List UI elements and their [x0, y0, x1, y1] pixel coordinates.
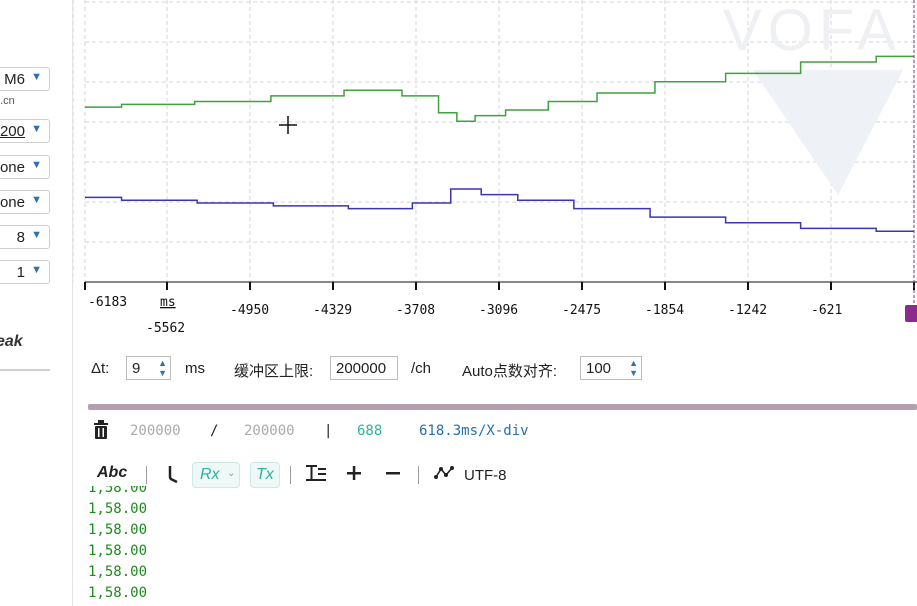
x-tick-label: -5562	[146, 321, 185, 336]
buffer-unit: /ch	[411, 360, 432, 377]
text-format-button[interactable]: Abc	[97, 464, 127, 482]
chevron-down-icon: ⌄	[227, 468, 236, 479]
plus-icon[interactable]	[346, 463, 362, 488]
buffer-usage-bar	[88, 404, 917, 410]
encoding-selector[interactable]: UTF-8	[464, 467, 507, 484]
rx-label: Rx	[200, 466, 220, 483]
log-line: 1,58.00	[88, 522, 148, 538]
separator-slash: /	[210, 423, 219, 439]
vofa-watermark: VOFA	[723, 0, 902, 63]
stop-bits-select[interactable]: 1 ▼	[0, 260, 50, 284]
wrap-text-icon[interactable]	[305, 463, 327, 488]
minus-icon[interactable]	[385, 463, 401, 488]
graph-nodes-icon[interactable]	[434, 465, 454, 486]
dt-label: Δt:	[91, 360, 110, 377]
tx-label: Tx	[256, 466, 274, 483]
auto-align-label: Auto点数对齐:	[462, 363, 558, 380]
chevron-down-icon: ▼	[31, 194, 42, 206]
cursor-label-badge	[905, 305, 917, 322]
chevron-down-icon: ▼	[31, 159, 42, 171]
log-line: 1,58.00	[88, 486, 148, 496]
divider	[290, 466, 291, 484]
x-div-scale: 618.3ms/X-div	[419, 423, 529, 439]
dt-unit: ms	[185, 360, 205, 377]
x-tick-label: -621	[811, 303, 842, 318]
auto-align-spinbox[interactable]: 100 ▲ ▼	[580, 356, 642, 380]
port-value: M6	[4, 71, 25, 88]
parity-select[interactable]: one ▼	[0, 190, 50, 214]
databits-value: 8	[16, 229, 25, 246]
trash-icon[interactable]	[92, 420, 110, 444]
chevron-down-icon: ▼	[31, 123, 42, 135]
divider	[0, 369, 50, 371]
x-tick-label: -3096	[479, 303, 518, 318]
x-tick-label: -2475	[562, 303, 601, 318]
spin-arrows-icon[interactable]: ▲ ▼	[158, 358, 167, 378]
spin-arrows-icon[interactable]: ▲ ▼	[629, 358, 638, 378]
log-line: 1,58.00	[88, 564, 148, 580]
x-tick-label: -4950	[230, 303, 269, 318]
port-description: n.cn	[0, 95, 15, 107]
chevron-down-icon: ▼	[31, 229, 42, 241]
receive-log[interactable]: 1,58.00 1,58.00 1,58.00 1,58.00 1,58.00 1,58.…	[88, 486, 917, 606]
flow-value: one	[0, 159, 25, 176]
baud-value: 200	[0, 123, 25, 140]
log-line: 1,58.00	[88, 585, 148, 601]
dt-spinbox[interactable]: 9 ▲ ▼	[126, 356, 171, 380]
data-bits-select[interactable]: 8 ▼	[0, 225, 50, 249]
flow-control-select[interactable]: one ▼	[0, 155, 50, 179]
port-select[interactable]: M6 ▼	[0, 67, 50, 91]
points-count: 688	[357, 423, 383, 439]
tx-toggle[interactable]: Tx	[250, 462, 280, 488]
baud-rate-select[interactable]: 200 ▼	[0, 119, 50, 143]
buffer-capacity: 200000	[244, 423, 295, 439]
auto-align-value: 100	[586, 360, 612, 377]
x-tick-label: -4329	[313, 303, 352, 318]
divider	[146, 466, 147, 484]
rx-toggle[interactable]: Rx ⌄	[192, 462, 240, 488]
buffer-label: 缓冲区上限:	[234, 363, 314, 380]
buffer-count: 200000	[130, 423, 181, 439]
break-label[interactable]: eak	[0, 333, 23, 351]
log-line: 1,58.00	[88, 501, 148, 517]
x-axis-unit: ms	[160, 295, 176, 310]
buffer-limit-input[interactable]: 200000	[330, 356, 398, 380]
x-tick-label: -3708	[396, 303, 435, 318]
waveform-chart[interactable]: VOFA -6183 -5562 -4950 -4329 -3708 -3096 -2475…	[73, 0, 917, 340]
chevron-down-icon: ▼	[31, 71, 42, 83]
divider	[418, 466, 419, 484]
chevron-down-icon: ▼	[31, 264, 42, 276]
log-line: 1,58.00	[88, 543, 148, 559]
settings-sidebar: M6 ▼ n.cn 200 ▼ one ▼ one ▼ 8 ▼ 1 ▼ eak	[0, 0, 73, 606]
dt-value: 9	[132, 360, 141, 377]
x-tick-label: -1242	[728, 303, 767, 318]
parity-value: one	[0, 194, 25, 211]
x-tick-label: -1854	[645, 303, 684, 318]
x-tick-label: -6183	[88, 295, 127, 310]
stopbits-value: 1	[16, 264, 25, 281]
separator-bar: |	[324, 423, 333, 439]
